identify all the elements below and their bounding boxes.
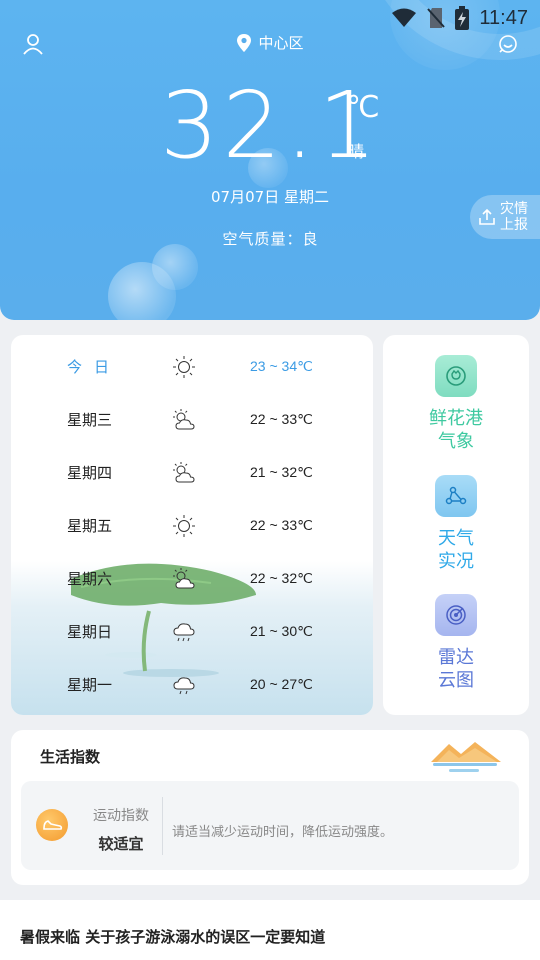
current-date: 07月07日 星期二: [211, 188, 329, 206]
location-selector[interactable]: 中心区: [0, 32, 540, 53]
partly-cloudy-icon: [173, 461, 195, 482]
sport-index-item[interactable]: 运动指数 较适宜 请适当减少运动时间，降低运动强度。: [21, 781, 519, 870]
disaster-report-button[interactable]: 灾情 上报: [470, 195, 540, 239]
service-links-card: 鲜花港 气象 天气 实况 雷达 云图: [383, 335, 529, 715]
status-time: 11:47: [479, 6, 528, 29]
flower-icon: [435, 355, 477, 397]
radar-map-link[interactable]: 雷达 云图: [383, 594, 529, 692]
forecast-row[interactable]: 星期四 21 ~ 32℃: [11, 446, 373, 499]
radar-label-line1: 雷达: [438, 647, 474, 668]
news-item[interactable]: 暑假来临 关于孩子游泳溺水的误区一定要知道: [0, 900, 540, 960]
no-sim-icon: [427, 8, 446, 28]
forecast-range: 20 ~ 27℃: [250, 676, 313, 692]
flower-port-label-line2: 气象: [438, 431, 474, 452]
forecast-day: 星期一: [67, 676, 113, 694]
location-pin-icon: [237, 33, 252, 52]
air-quality: 空气质量：良: [0, 228, 540, 249]
forecast-range: 22 ~ 33℃: [250, 517, 313, 533]
forecast-day: 今日: [67, 358, 122, 376]
forecast-row[interactable]: 星期日 21 ~ 30℃: [11, 605, 373, 658]
air-quality-label: 空气质量：: [222, 230, 303, 248]
wifi-icon: [392, 8, 417, 27]
divider: [162, 797, 163, 855]
air-quality-value: 良: [302, 230, 318, 248]
report-label-line1: 灾情: [500, 201, 528, 217]
current-condition: 晴: [348, 142, 365, 161]
radar-icon: [435, 594, 477, 636]
live-weather-label-line2: 实况: [438, 551, 474, 572]
news-title: 暑假来临 关于孩子游泳溺水的误区一定要知道: [20, 928, 326, 946]
temperature-unit: ℃: [346, 90, 380, 125]
radar-label-line2: 云图: [438, 670, 474, 691]
forecast-day: 星期三: [67, 411, 113, 429]
forecast-range: 21 ~ 32℃: [250, 464, 313, 480]
chat-icon[interactable]: [498, 34, 518, 54]
forecast-day: 星期四: [67, 464, 113, 482]
battery-charging-icon: [455, 6, 470, 30]
forecast-row[interactable]: 星期五 22 ~ 33℃: [11, 499, 373, 552]
flower-port-weather-link[interactable]: 鲜花港 气象: [383, 355, 529, 453]
forecast-row[interactable]: 星期三 22 ~ 33℃: [11, 393, 373, 446]
partly-cloudy-icon: [173, 567, 195, 588]
forecast-range: 22 ~ 32℃: [250, 570, 313, 586]
partly-cloudy-icon: [173, 408, 195, 429]
cloudy-rain-icon: [173, 676, 195, 694]
sun-icon: [173, 355, 195, 378]
sport-index-name: 运动指数: [93, 808, 149, 824]
forecast-day: 星期六: [67, 570, 113, 588]
forecast-range: 22 ~ 33℃: [250, 411, 313, 427]
current-temperature: 32.1: [160, 72, 381, 179]
mountain-illustration: [431, 742, 501, 772]
forecast-row[interactable]: 今日 23 ~ 34℃: [11, 340, 373, 393]
life-index-title: 生活指数: [40, 748, 101, 766]
location-name: 中心区: [258, 34, 304, 52]
rain-icon: [173, 622, 195, 641]
network-icon: [435, 475, 477, 517]
forecast-card: 今日 23 ~ 34℃ 星期三 22 ~ 33℃ 星期四 21 ~ 32℃ 星期…: [11, 335, 373, 715]
forecast-day: 星期五: [67, 517, 113, 535]
flower-port-label-line1: 鲜花港: [429, 408, 483, 429]
upload-icon: [479, 208, 495, 225]
decorative-bubble: [152, 244, 198, 290]
forecast-day: 星期日: [67, 623, 113, 641]
status-bar: 11:47: [391, 6, 528, 30]
forecast-row[interactable]: 星期一 20 ~ 27℃: [11, 658, 373, 711]
weather-header: 11:47 中心区 32.1 ℃ 晴 07月07日 星期二 空气质量：良 灾情 …: [0, 0, 540, 320]
live-weather-label-line1: 天气: [438, 528, 474, 549]
forecast-range: 21 ~ 30℃: [250, 623, 313, 639]
life-index-card: 生活指数 运动指数 较适宜 请适当减少运动时间，降低运动强度。: [11, 730, 529, 885]
live-weather-link[interactable]: 天气 实况: [383, 475, 529, 573]
forecast-row[interactable]: 星期六 22 ~ 32℃: [11, 552, 373, 605]
running-shoe-icon: [36, 809, 68, 841]
sun-icon: [173, 514, 195, 537]
sport-index-level: 较适宜: [98, 835, 144, 853]
forecast-range: 23 ~ 34℃: [250, 358, 313, 374]
report-label-line2: 上报: [500, 217, 528, 233]
sport-index-tip: 请适当减少运动时间，降低运动强度。: [172, 825, 394, 840]
